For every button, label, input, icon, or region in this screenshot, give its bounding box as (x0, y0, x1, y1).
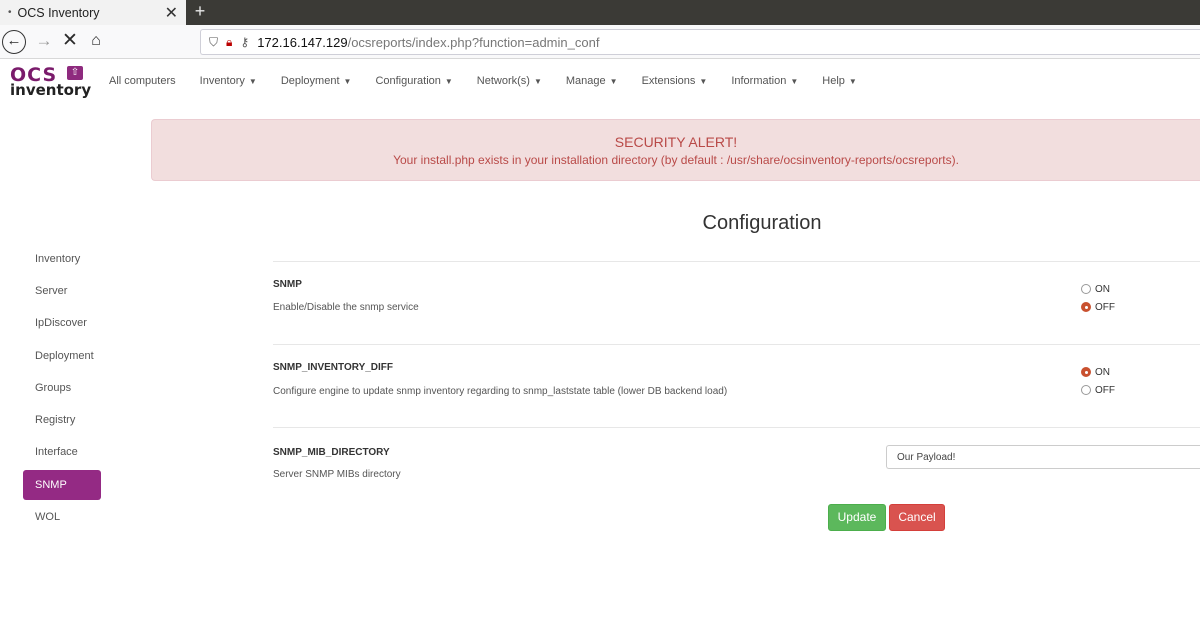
menu-item-label: All computers (109, 75, 176, 87)
caret-down-icon: ▼ (343, 77, 352, 86)
caret-down-icon: ▼ (444, 77, 453, 86)
menu-item-label: Information (731, 75, 787, 87)
menu-item-deployment[interactable]: Deployment ▼ (269, 75, 364, 87)
snmp-inventory-diff-off-radio[interactable] (1081, 385, 1091, 395)
tab-title: OCS Inventory (17, 5, 100, 20)
ocs-logo[interactable]: OCS ⇧ inventory (10, 64, 92, 99)
back-arrow-icon[interactable]: ← (2, 30, 26, 54)
divider (273, 344, 1200, 345)
setting-name-snmp: SNMP (273, 279, 302, 290)
menu-item-label: Manage (565, 75, 606, 87)
snmp-off-label: OFF (1095, 301, 1115, 313)
menu-item-network-s[interactable]: Network(s) ▼ (465, 75, 554, 87)
alert-title: SECURITY ALERT! (614, 134, 738, 150)
divider (273, 427, 1200, 428)
caret-down-icon: ▼ (533, 77, 542, 86)
menu-item-extensions[interactable]: Extensions ▼ (630, 75, 720, 87)
snmp-inventory-diff-on-radio[interactable] (1081, 367, 1091, 377)
setting-desc-snmp-mib-directory: Server SNMP MIBs directory (273, 469, 401, 480)
browser-tab-bar: • OCS Inventory ✕ + (0, 0, 1200, 25)
update-button[interactable]: Update (828, 504, 886, 531)
snmp-inventory-diff-on-label: ON (1095, 366, 1110, 378)
sidebar-item-interface[interactable]: Interface (23, 437, 101, 467)
snmp-off-option[interactable]: OFF (1081, 300, 1115, 314)
sidebar-item-deployment[interactable]: Deployment (23, 341, 101, 371)
snmp-on-label: ON (1095, 283, 1110, 295)
browser-tab[interactable]: • OCS Inventory ✕ (0, 0, 186, 25)
app-header: OCS ⇧ inventory All computers Inventory ▼ D… (0, 60, 1200, 102)
menu-item-all-computers[interactable]: All computers (97, 75, 188, 87)
url-path: /ocsreports/index.php?function=admin_con… (347, 34, 600, 50)
sidebar-item-registry[interactable]: Registry (23, 405, 101, 435)
menu-item-label: Deployment (280, 75, 340, 87)
setting-name-snmp-mib-directory: SNMP_MIB_DIRECTORY (273, 447, 390, 458)
sidebar-item-ipdiscover[interactable]: IpDiscover (23, 308, 101, 338)
menu-item-manage[interactable]: Manage ▼ (554, 75, 630, 87)
menu-item-label: Network(s) (476, 75, 530, 87)
insecure-lock-icon[interactable]: 🔒︎ (226, 35, 232, 50)
cancel-button[interactable]: Cancel (889, 504, 945, 531)
snmp-on-option[interactable]: ON (1081, 282, 1110, 296)
menu-item-label: Help (822, 75, 845, 87)
snmp-inventory-diff-off-label: OFF (1095, 384, 1115, 396)
menu-item-help[interactable]: Help ▼ (810, 75, 869, 87)
snmp-on-radio[interactable] (1081, 284, 1091, 294)
shield-icon[interactable]: ⛉ (209, 35, 218, 50)
sidebar-item-inventory[interactable]: Inventory (23, 244, 101, 274)
sidebar-item-wol[interactable]: WOL (23, 502, 101, 532)
divider (273, 261, 1200, 262)
logo-arrow-icon: ⇧ (67, 66, 83, 80)
menu-item-label: Configuration (375, 75, 441, 87)
caret-down-icon: ▼ (609, 77, 618, 86)
page-title: Configuration (702, 212, 822, 234)
snmp-off-radio[interactable] (1081, 302, 1091, 312)
tab-loading-dot-icon: • (8, 7, 12, 18)
logo-text-bottom: inventory (10, 81, 92, 99)
setting-desc-snmp-inventory-diff: Configure engine to update snmp inventor… (273, 386, 728, 397)
menu-item-inventory[interactable]: Inventory ▼ (188, 75, 269, 87)
alert-message: Your install.php exists in your installa… (393, 153, 959, 167)
menu-item-label: Inventory (199, 75, 245, 87)
sidebar-item-server[interactable]: Server (23, 276, 101, 306)
browser-navbar: ← → ✕ ⌂ ⛉ 🔒︎ ⚷ 172.16.147.129/ocsreports… (0, 25, 1200, 59)
key-icon[interactable]: ⚷ (240, 35, 249, 49)
snmp-mib-directory-input[interactable] (886, 445, 1200, 469)
main-menu: All computers Inventory ▼ Deployment ▼ Config… (97, 60, 869, 102)
tab-close-icon[interactable]: ✕ (165, 3, 178, 23)
caret-down-icon: ▼ (699, 77, 708, 86)
sidebar-item-groups[interactable]: Groups (23, 373, 101, 403)
caret-down-icon: ▼ (248, 77, 257, 86)
home-icon[interactable]: ⌂ (84, 30, 108, 54)
new-tab-icon[interactable]: + (190, 0, 210, 25)
menu-item-information[interactable]: Information ▼ (719, 75, 810, 87)
setting-desc-snmp: Enable/Disable the snmp service (273, 302, 419, 313)
snmp-inventory-diff-on-option[interactable]: ON (1081, 365, 1110, 379)
caret-down-icon: ▼ (790, 77, 799, 86)
url-host: 172.16.147.129 (257, 34, 348, 50)
setting-name-snmp-inventory-diff: SNMP_INVENTORY_DIFF (273, 362, 394, 373)
forward-arrow-icon[interactable]: → (32, 30, 56, 54)
menu-item-configuration[interactable]: Configuration ▼ (363, 75, 464, 87)
security-alert: SECURITY ALERT! Your install.php exists … (151, 119, 1200, 181)
menu-item-label: Extensions (641, 75, 696, 87)
snmp-inventory-diff-off-option[interactable]: OFF (1081, 383, 1115, 397)
stop-icon[interactable]: ✕ (58, 30, 82, 54)
url-bar[interactable]: ⛉ 🔒︎ ⚷ 172.16.147.129/ocsreports/index.p… (200, 29, 1200, 55)
sidebar-item-snmp[interactable]: SNMP (23, 470, 101, 500)
caret-down-icon: ▼ (848, 77, 857, 86)
